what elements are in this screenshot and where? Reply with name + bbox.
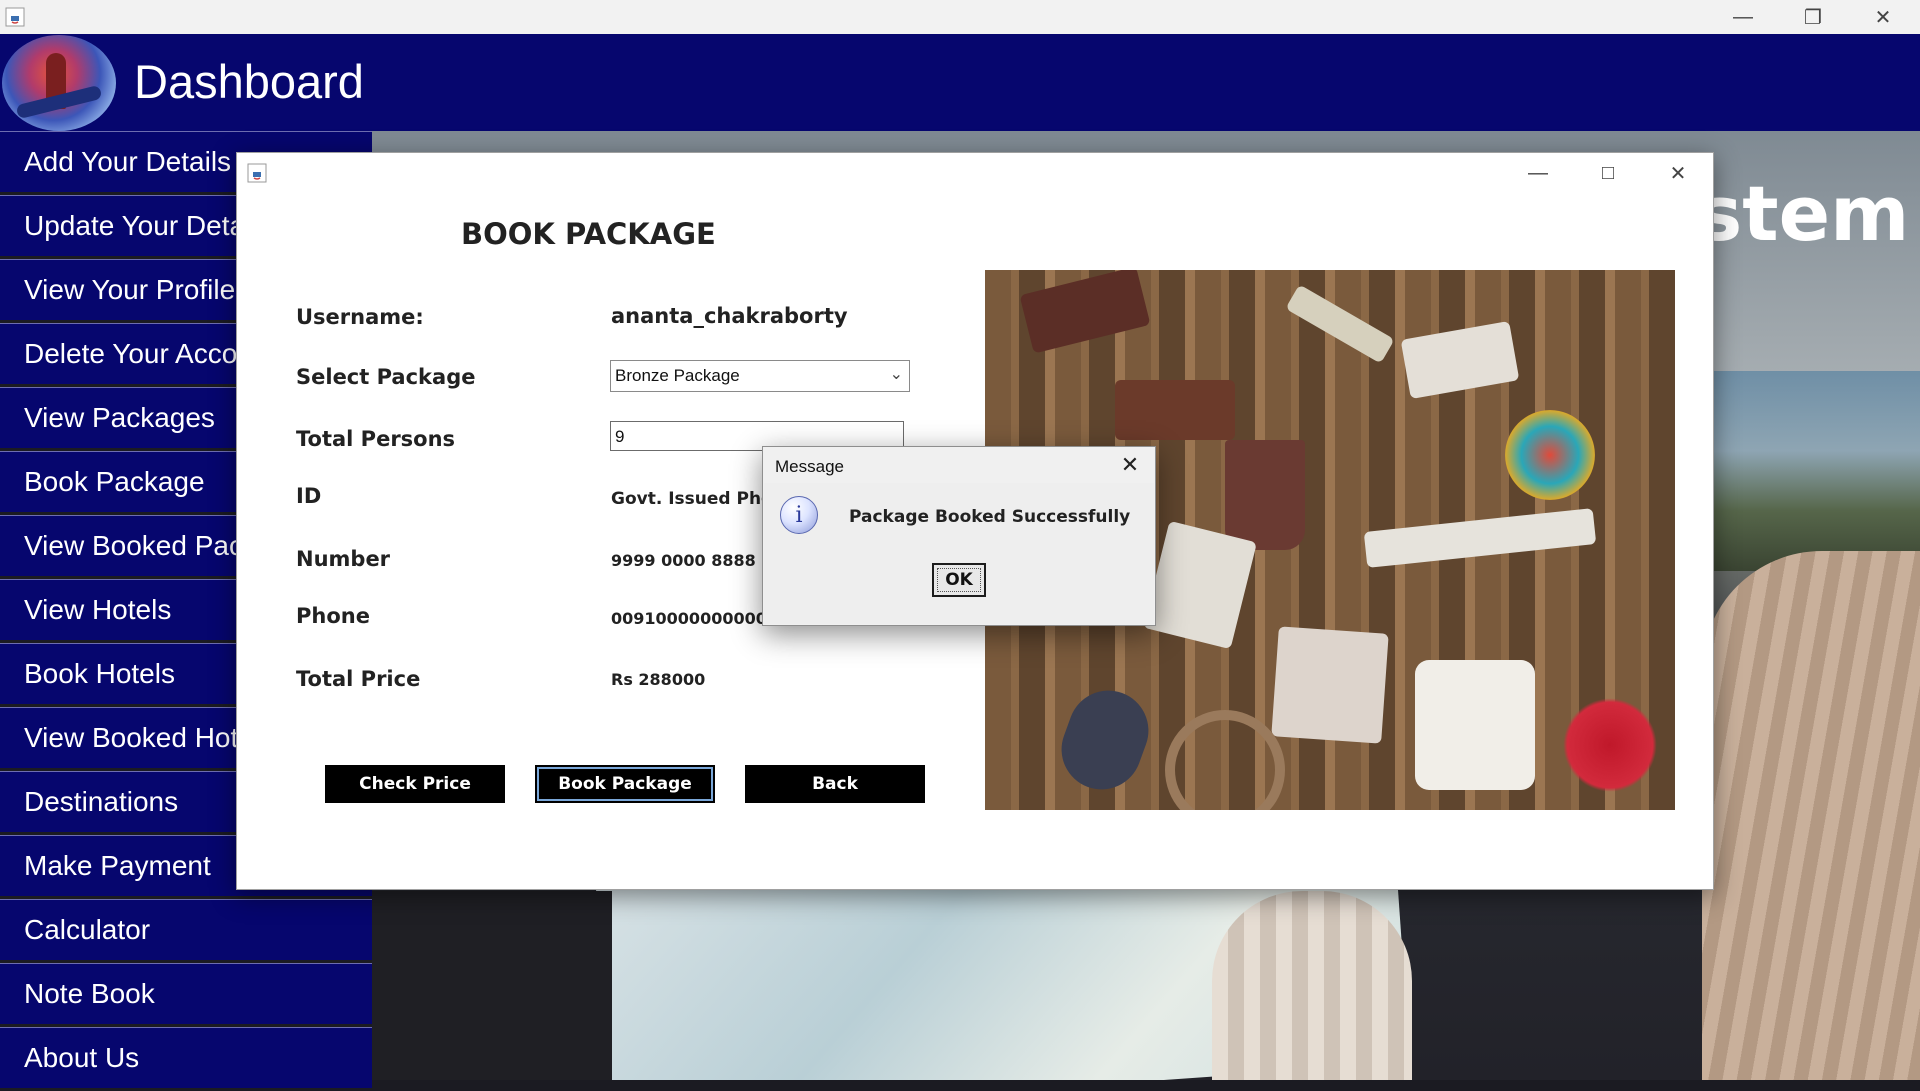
phone-label: Phone xyxy=(296,604,370,628)
sidebar-item-calculator[interactable]: Calculator xyxy=(0,899,372,960)
package-select[interactable]: Bronze Package ⌄ xyxy=(610,360,910,392)
dialog-message: Package Booked Successfully xyxy=(849,507,1131,527)
ok-button[interactable]: OK xyxy=(932,563,986,597)
id-value: Govt. Issued Phot xyxy=(611,489,763,509)
dashboard-header: Dashboard xyxy=(0,34,1920,131)
window-title-bar: — □ ✕ xyxy=(237,153,1713,193)
sidebar-item-label: About Us xyxy=(24,1042,140,1073)
restore-icon[interactable]: ❐ xyxy=(1778,0,1848,34)
book-package-button[interactable]: Book Package xyxy=(535,765,715,803)
background-title-fragment: stem xyxy=(1697,169,1910,258)
close-icon[interactable]: ✕ xyxy=(1643,153,1713,193)
dialog-body: i Package Booked Successfully OK xyxy=(764,483,1154,624)
username-value: ananta_chakraborty xyxy=(611,304,848,328)
phone-value: 00910000000000 xyxy=(611,609,767,628)
sidebar-item-label: View Your Profile xyxy=(24,274,236,305)
close-icon[interactable]: ✕ xyxy=(1105,447,1155,483)
check-price-button[interactable]: Check Price xyxy=(325,765,505,803)
sidebar-item-label: View Hotels xyxy=(24,594,172,625)
outer-title-bar: — ❐ ✕ xyxy=(0,0,1920,34)
total-price-label: Total Price xyxy=(296,667,421,691)
minimize-icon[interactable]: — xyxy=(1708,0,1778,34)
sidebar-item-about-us[interactable]: About Us xyxy=(0,1027,372,1088)
page-title: Dashboard xyxy=(134,55,364,108)
back-button[interactable]: Back xyxy=(745,765,925,803)
close-icon[interactable]: ✕ xyxy=(1848,0,1918,34)
java-app-icon xyxy=(247,163,267,183)
sidebar-item-label: View Packages xyxy=(24,402,215,433)
chevron-down-icon: ⌄ xyxy=(889,366,903,383)
message-dialog: Message ✕ i Package Booked Successfully … xyxy=(762,446,1156,626)
sidebar-item-label: Destinations xyxy=(24,786,179,817)
sidebar-item-label: Delete Your Account xyxy=(24,338,277,369)
sidebar-item-note-book[interactable]: Note Book xyxy=(0,963,372,1024)
sidebar-item-label: View Booked Hotel xyxy=(24,722,261,753)
number-value: 9999 0000 8888 00 xyxy=(611,551,763,570)
form-heading: BOOK PACKAGE xyxy=(461,217,716,251)
total-persons-label: Total Persons xyxy=(296,427,456,451)
sidebar-item-label: Calculator xyxy=(24,914,151,945)
sidebar-item-label: Add Your Details xyxy=(24,146,232,177)
select-package-label: Select Package xyxy=(296,365,476,389)
sidebar-item-label: Note Book xyxy=(24,978,155,1009)
number-label: Number xyxy=(296,547,391,571)
info-icon: i xyxy=(780,496,818,534)
dialog-title: Message xyxy=(775,457,844,476)
sidebar-item-label: Update Your Details xyxy=(24,210,272,241)
id-label: ID xyxy=(296,484,322,508)
total-price-value: Rs 288000 xyxy=(611,670,706,689)
package-select-value: Bronze Package xyxy=(615,366,740,385)
username-label: Username: xyxy=(296,305,424,329)
sidebar-item-label: Book Package xyxy=(24,466,205,497)
sidebar-item-label: Book Hotels xyxy=(24,658,175,689)
app-logo xyxy=(2,35,116,131)
maximize-icon[interactable]: □ xyxy=(1573,153,1643,193)
minimize-icon[interactable]: — xyxy=(1503,153,1573,193)
sidebar-item-label: Make Payment xyxy=(24,850,211,881)
java-app-icon xyxy=(5,7,25,27)
